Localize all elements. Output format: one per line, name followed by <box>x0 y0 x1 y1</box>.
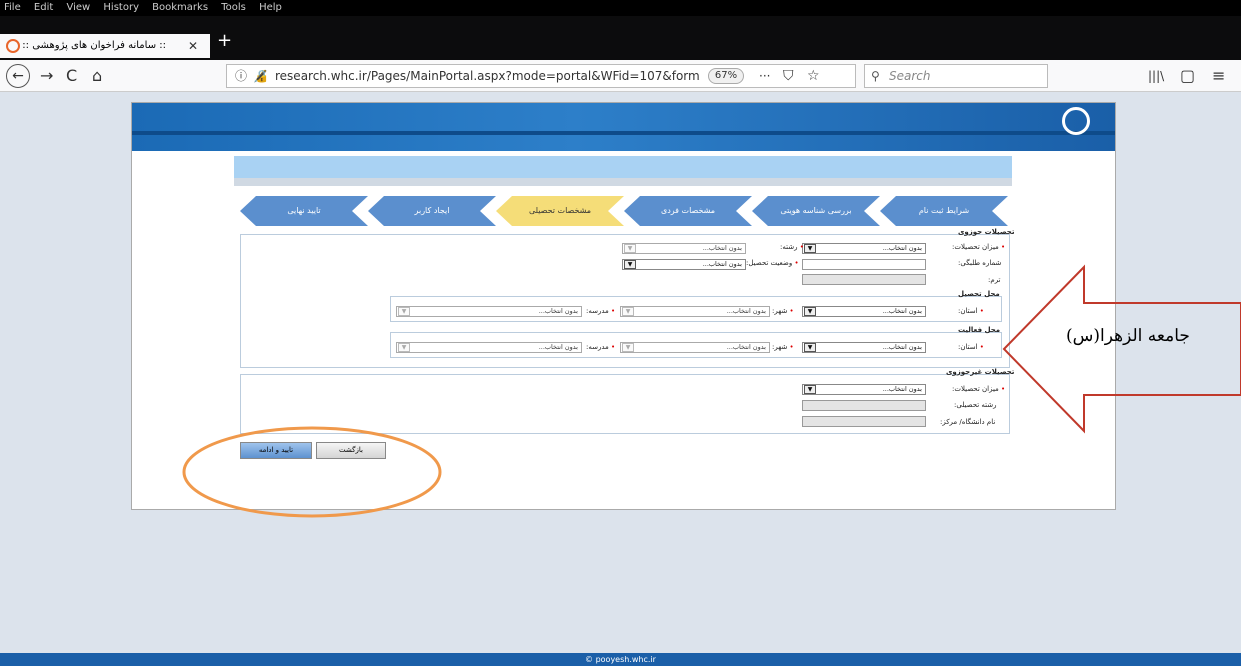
url-bar[interactable]: ⓘ 🔏 research.whc.ir/Pages/MainPortal.asp… <box>226 64 856 88</box>
bookmark-star-icon[interactable]: ☆ <box>807 65 820 87</box>
site-header <box>132 103 1115 151</box>
study-school-label: • مدرسه: <box>586 307 616 315</box>
grade-input <box>802 274 926 285</box>
search-icon: ⚲ <box>871 69 880 83</box>
search-input[interactable]: ⚲ Search <box>864 64 1048 88</box>
menu-edit[interactable]: Edit <box>34 2 53 13</box>
zoom-level[interactable]: 67% <box>708 68 744 84</box>
url-text[interactable]: research.whc.ir/Pages/MainPortal.aspx?mo… <box>275 65 700 87</box>
nonformal-university-input <box>802 416 926 427</box>
new-tab-button[interactable]: + <box>217 30 232 51</box>
activity-city-select[interactable]: بدون انتخاب... ▼ <box>620 342 770 353</box>
study-place-title: محل تحصیل <box>958 290 1000 298</box>
activity-province-select[interactable]: بدون انتخاب... ▼ <box>802 342 926 353</box>
menu-view[interactable]: View <box>66 2 90 13</box>
pocket-icon[interactable]: ⛉ <box>783 65 794 87</box>
menu-file[interactable]: File <box>4 2 21 13</box>
field-select[interactable]: بدون انتخاب... ▼ <box>622 243 746 254</box>
nonformal-field-input <box>802 400 926 411</box>
back-button[interactable]: ← <box>6 64 30 88</box>
activity-place-title: محل فعالیت <box>958 326 1001 334</box>
menu-bookmarks[interactable]: Bookmarks <box>152 2 208 13</box>
student-number-label: شماره طلبگی: <box>958 259 1002 267</box>
nonformal-level-label: • میزان تحصیلات: <box>952 385 1006 393</box>
step-education-info: مشخصات تحصیلی <box>496 196 624 226</box>
nonformal-field-label: رشته تحصیلی: <box>954 401 997 409</box>
activity-school-label: • مدرسه: <box>586 343 616 351</box>
menu-tools[interactable]: Tools <box>221 2 246 13</box>
logo-emblem-icon <box>1062 107 1090 135</box>
field-label: • رشته: <box>780 243 804 251</box>
site-footer: © pooyesh.whc.ir <box>0 653 1241 666</box>
browser-tab[interactable]: :: سامانه فراخوان های پژوهشی :: ✕ <box>0 34 210 58</box>
nonformal-university-label: نام دانشگاه/ مرکز: <box>940 418 996 426</box>
menu-icon[interactable]: ≡ <box>1212 66 1225 86</box>
step-personal-info: مشخصات فردی <box>624 196 752 226</box>
status-label: • وضعیت تحصیل: <box>746 259 799 267</box>
study-province-select[interactable]: بدون انتخاب... ▼ <box>802 306 926 317</box>
menu-history[interactable]: History <box>103 2 139 13</box>
menu-help[interactable]: Help <box>259 2 282 13</box>
level-select[interactable]: بدون انتخاب... ▼ <box>802 243 926 254</box>
study-city-select[interactable]: بدون انتخاب... ▼ <box>620 306 770 317</box>
header-stripe <box>132 131 1115 135</box>
grade-label: ترم: <box>988 276 1001 284</box>
annotation-text: جامعه الزهرا(س) <box>1066 326 1190 346</box>
step-create-user: ایجاد کاربر <box>368 196 496 226</box>
annotation-ellipse <box>182 426 442 518</box>
step-identity-check: بررسی شناسه هویتی <box>752 196 880 226</box>
info-icon[interactable]: ⓘ <box>235 65 247 87</box>
nonformal-level-select[interactable]: بدون انتخاب... ▼ <box>802 384 926 395</box>
close-tab-icon[interactable]: ✕ <box>188 34 198 58</box>
navigation-toolbar: ← → C ⌂ ⓘ 🔏 research.whc.ir/Pages/MainPo… <box>0 60 1241 92</box>
sidebar-icon[interactable]: ▢ <box>1180 66 1195 86</box>
formal-education-title: تحصیلات حوزوی <box>958 228 1015 236</box>
study-school-select[interactable]: بدون انتخاب... ▼ <box>396 306 582 317</box>
level-label: • میزان تحصیلات: <box>952 243 1006 251</box>
activity-school-select[interactable]: بدون انتخاب... ▼ <box>396 342 582 353</box>
search-placeholder: Search <box>889 69 931 83</box>
student-number-input[interactable] <box>802 259 926 270</box>
site-favicon-icon <box>6 39 20 53</box>
activity-city-label: • شهر: <box>772 343 794 351</box>
tab-title: :: سامانه فراخوان های پژوهشی :: <box>22 40 166 51</box>
forward-button[interactable]: → <box>40 66 53 86</box>
content-sub-band <box>234 178 1012 186</box>
annotation-arrow-icon <box>1002 264 1241 434</box>
home-button[interactable]: ⌂ <box>92 66 102 86</box>
activity-province-label: • استان: <box>958 343 984 351</box>
insecure-lock-icon[interactable]: 🔏 <box>253 65 268 87</box>
status-select[interactable]: بدون انتخاب... ▼ <box>622 259 746 270</box>
site-logo <box>1056 107 1096 147</box>
step-registration-terms: شرایط ثبت نام <box>880 196 1008 226</box>
reload-button[interactable]: C <box>66 66 77 86</box>
library-icon[interactable]: |||\ <box>1148 66 1164 86</box>
menubar: File Edit View History Bookmarks Tools H… <box>0 0 1241 16</box>
step-final-confirm: تایید نهایی <box>240 196 368 226</box>
study-province-label: • استان: <box>958 307 984 315</box>
study-city-label: • شهر: <box>772 307 794 315</box>
page-actions-icon[interactable]: ··· <box>759 65 770 87</box>
content-top-band <box>234 156 1012 178</box>
